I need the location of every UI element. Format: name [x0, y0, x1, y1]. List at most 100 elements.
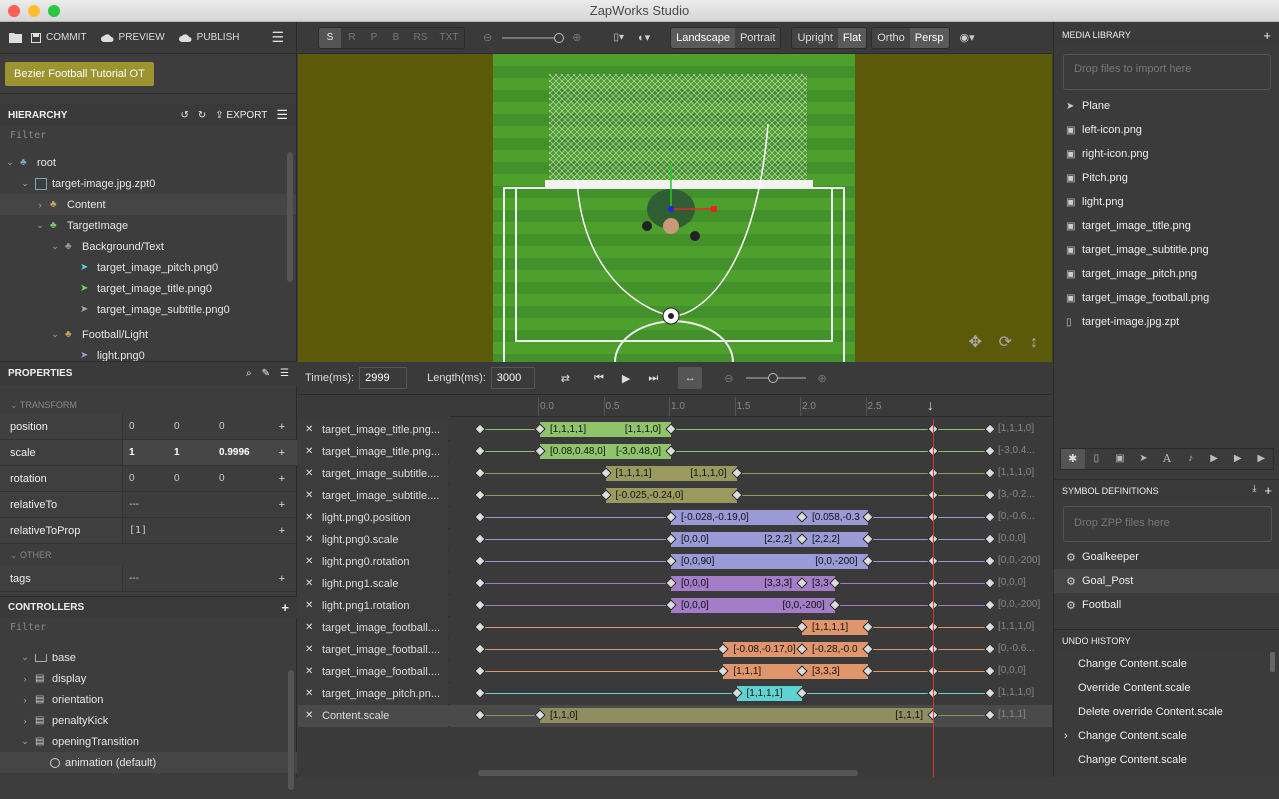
track-label[interactable]: ✕ target_image_football....	[298, 639, 448, 661]
timeline-ruler[interactable]: 0.0 0.5 1.0 1.5 2.0 2.5 ↓	[450, 397, 1052, 417]
rotate-icon[interactable]: ⟳	[999, 332, 1012, 352]
symbol-item[interactable]: ⚙ Football	[1054, 593, 1279, 617]
keyframe-marker[interactable]	[474, 423, 486, 435]
remove-track-icon[interactable]: ✕	[305, 551, 313, 573]
other-section[interactable]: ⌄ OTHER	[0, 544, 297, 566]
fit-icon[interactable]: ↔	[678, 367, 703, 389]
timeline-track[interactable]: ✕ light.png1.scale [0,0,0] [3,3,3] [3,3 [0,0,…	[298, 573, 1052, 595]
undo-item[interactable]: Override Content.scale	[1054, 676, 1279, 700]
add-icon[interactable]: +	[279, 499, 285, 511]
media-item[interactable]: ▣ target_image_title.png	[1054, 214, 1279, 238]
keyframe-marker[interactable]	[984, 687, 996, 699]
track-label[interactable]: ✕ target_image_title.png...	[298, 441, 448, 463]
value-field[interactable]: 1	[168, 447, 213, 458]
track-lane[interactable]: [-0.028,-0.19,0] [0.058,-0.3 [0,-0.6...	[450, 507, 1052, 529]
media-item[interactable]: ▣ left-icon.png	[1054, 118, 1279, 142]
viewport[interactable]: ✥ ⟳ ↕	[298, 54, 1052, 362]
track-lane[interactable]: [1,1,1,1] [1,1,1,0]	[450, 617, 1052, 639]
maximize-window-button[interactable]	[48, 5, 60, 17]
remove-track-icon[interactable]: ✕	[305, 485, 313, 507]
keyframe-bar[interactable]: [1,1,1]	[723, 664, 802, 679]
tree-item-subtitle[interactable]: ➤ target_image_subtitle.png0	[0, 299, 296, 320]
undo-icon[interactable]: ↺	[180, 110, 188, 121]
search-icon[interactable]: ⌕	[246, 368, 252, 379]
keyframe-marker[interactable]	[984, 665, 996, 677]
keyframe-marker[interactable]	[984, 445, 996, 457]
remove-track-icon[interactable]: ✕	[305, 661, 313, 683]
edit-icon[interactable]: ✎	[262, 368, 270, 379]
portrait-button[interactable]: Portrait	[734, 27, 781, 48]
hierarchy-scrollbar[interactable]	[287, 152, 293, 282]
redo-icon[interactable]: ↻	[198, 110, 206, 121]
device-icon[interactable]: ▯▾	[613, 32, 624, 43]
persp-button[interactable]: Persp	[909, 27, 949, 48]
keyframe-marker[interactable]	[474, 511, 486, 523]
add-media-icon[interactable]: +	[1263, 28, 1271, 43]
value-field[interactable]: 0	[123, 473, 168, 484]
keyframe-marker[interactable]	[984, 555, 996, 567]
value-field[interactable]: 0.9996	[213, 447, 255, 458]
timeline-zoom-handle[interactable]	[767, 373, 778, 383]
media-drop-zone[interactable]: Drop files to import here	[1063, 54, 1271, 90]
undo-item[interactable]: Change Content.scale	[1054, 652, 1279, 676]
timeline-track[interactable]: ✕ target_image_subtitle.... [-0.025,-0.24,…	[298, 485, 1052, 507]
timeline-track[interactable]: ✕ target_image_football.... [-0.08,-0.17,0…	[298, 639, 1052, 661]
hierarchy-filter[interactable]: Filter	[0, 126, 296, 146]
track-label[interactable]: ✕ target_image_football....	[298, 661, 448, 683]
skip-forward-icon[interactable]: ⏭	[648, 372, 658, 385]
keyframe-bar[interactable]: [0.058,-0.3	[802, 510, 868, 525]
tree-item-football-light[interactable]: ⌄ ♣ Football/Light	[0, 324, 296, 345]
value-field[interactable]: ---	[123, 573, 168, 584]
timeline-track[interactable]: ✕ target_image_pitch.pn... [1,1,1,1] [1,1,1…	[298, 683, 1052, 705]
keyframe-marker[interactable]	[984, 577, 996, 589]
timeline-scrollbar[interactable]	[478, 770, 858, 776]
remove-track-icon[interactable]: ✕	[305, 419, 313, 441]
all-filter-icon[interactable]: ✱	[1061, 449, 1085, 469]
controllers-scrollbar[interactable]	[288, 670, 294, 790]
mode-r-button[interactable]: R	[341, 27, 363, 48]
keyframe-bar[interactable]: [1,1,1,1]	[802, 620, 868, 635]
add-icon[interactable]: +	[279, 447, 285, 459]
skip-back-icon[interactable]: ⏮	[594, 372, 604, 385]
media-item[interactable]: ➤ Plane	[1054, 94, 1279, 118]
value-field[interactable]: 1	[123, 447, 168, 458]
track-label[interactable]: ✕ light.png0.scale	[298, 529, 448, 551]
value-field[interactable]: 0	[168, 421, 213, 432]
video-filter-icon-2[interactable]: ▶	[1226, 449, 1250, 469]
keyframe-marker[interactable]	[474, 643, 486, 655]
hierarchy-menu-icon[interactable]: ☰	[276, 107, 288, 123]
add-icon[interactable]: +	[279, 473, 285, 485]
remove-track-icon[interactable]: ✕	[305, 573, 313, 595]
tree-item-title[interactable]: ➤ target_image_title.png0	[0, 278, 296, 299]
zoom-slider-handle[interactable]	[554, 32, 565, 43]
media-item[interactable]: ▣ target_image_subtitle.png	[1054, 238, 1279, 262]
controllers-filter[interactable]: Filter	[0, 618, 290, 638]
mode-rs-button[interactable]: RS	[407, 27, 434, 48]
keyframe-marker[interactable]	[474, 467, 486, 479]
track-label[interactable]: ✕ light.png0.rotation	[298, 551, 448, 573]
remove-track-icon[interactable]: ✕	[305, 639, 313, 661]
undo-item[interactable]: › Change Content.scale	[1054, 724, 1279, 748]
audio-filter-icon[interactable]: ♪	[1179, 449, 1203, 469]
menu-icon[interactable]: ☰	[271, 29, 284, 46]
value-field[interactable]: [1]	[123, 525, 168, 536]
keyframe-marker[interactable]	[474, 533, 486, 545]
timeline-zoom-out-icon[interactable]: ⊖	[724, 372, 733, 385]
mode-p-button[interactable]: P	[363, 27, 385, 48]
add-symbol-icon[interactable]: +	[1264, 483, 1272, 498]
media-item[interactable]: ▣ light.png	[1054, 190, 1279, 214]
zoom-slider[interactable]	[502, 32, 565, 43]
export-button[interactable]: ⇪ EXPORT	[215, 110, 267, 121]
remove-track-icon[interactable]: ✕	[305, 529, 313, 551]
resize-icon[interactable]: ↕	[1030, 334, 1038, 352]
keyframe-marker[interactable]	[474, 599, 486, 611]
track-label[interactable]: ✕ light.png1.scale	[298, 573, 448, 595]
remove-track-icon[interactable]: ✕	[305, 463, 313, 485]
timeline-track[interactable]: ✕ light.png1.rotation [0,0,0] [0,0,-200] [0,…	[298, 595, 1052, 617]
track-label[interactable]: ✕ light.png1.rotation	[298, 595, 448, 617]
timeline-zoom-slider[interactable]	[745, 373, 806, 383]
keyframe-bar[interactable]: [1,1,1,1]	[736, 686, 802, 701]
remove-track-icon[interactable]: ✕	[305, 507, 313, 529]
keyframe-marker[interactable]	[984, 423, 996, 435]
keyframe-bar[interactable]: [1,1,1,1] [1,1,1,0]	[605, 466, 737, 481]
